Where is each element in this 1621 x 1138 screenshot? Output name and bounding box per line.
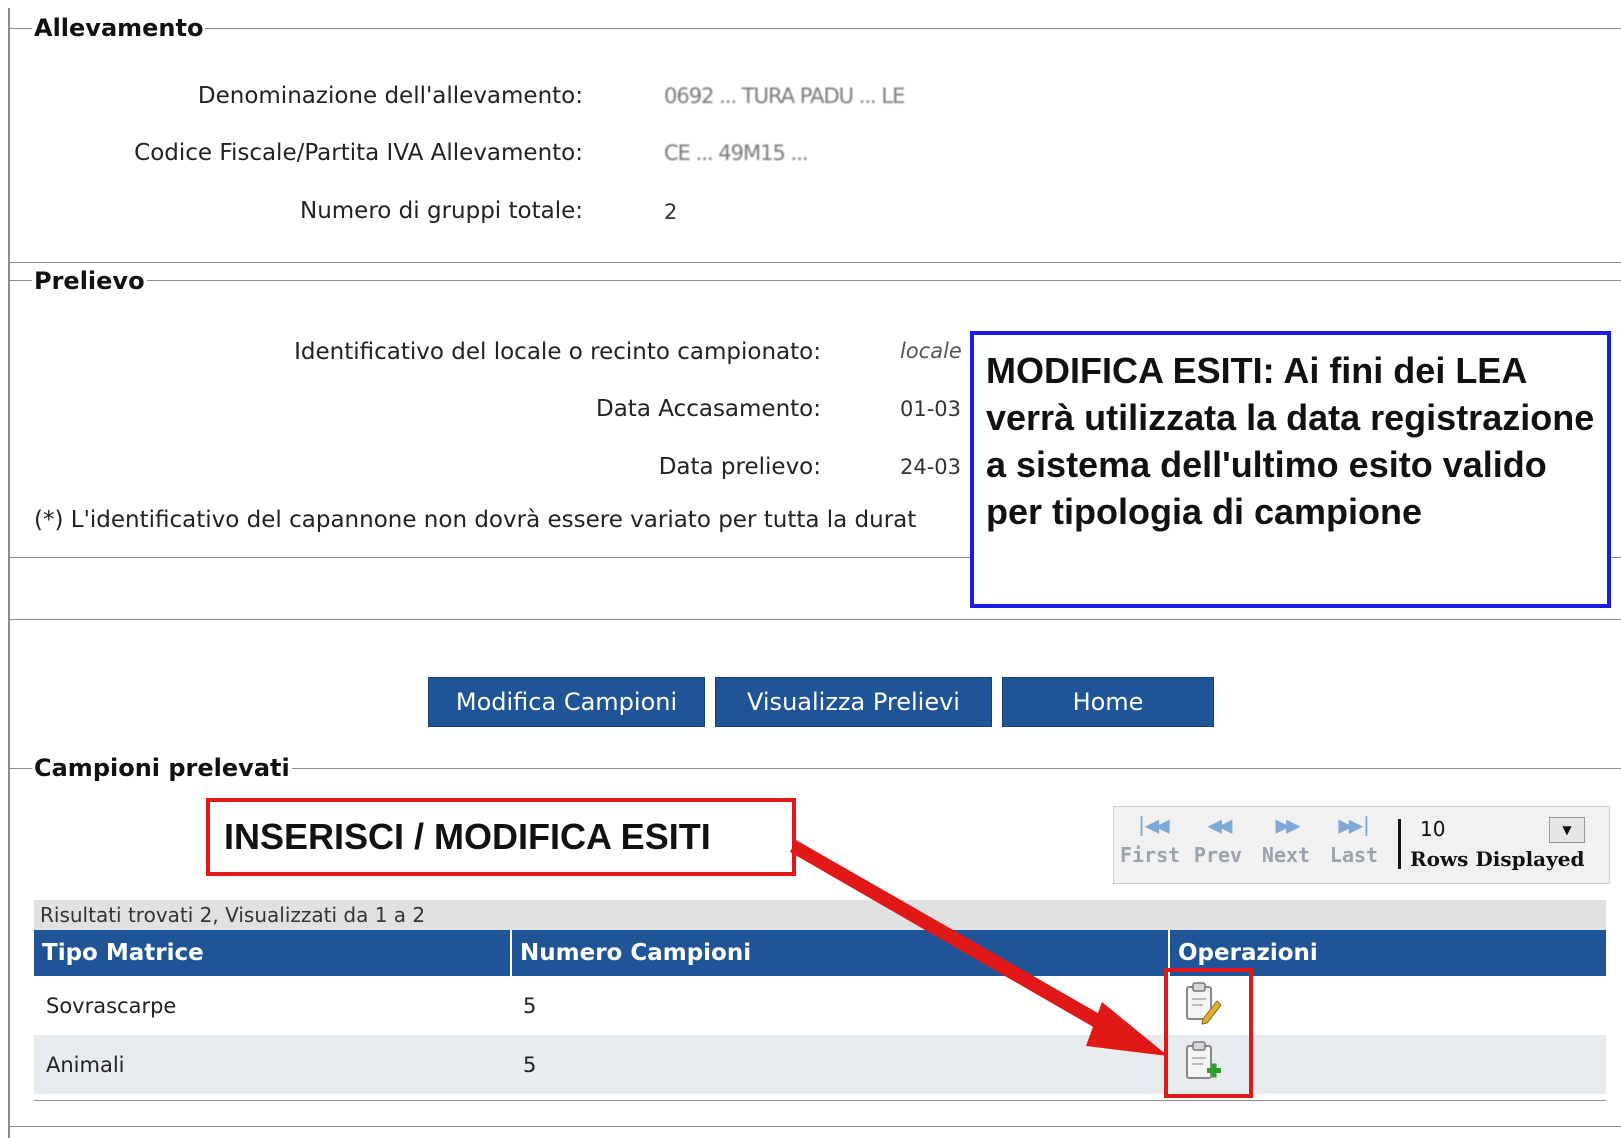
- operations-highlight-box: [1164, 968, 1253, 1098]
- annotation-arrow: [790, 840, 1168, 1056]
